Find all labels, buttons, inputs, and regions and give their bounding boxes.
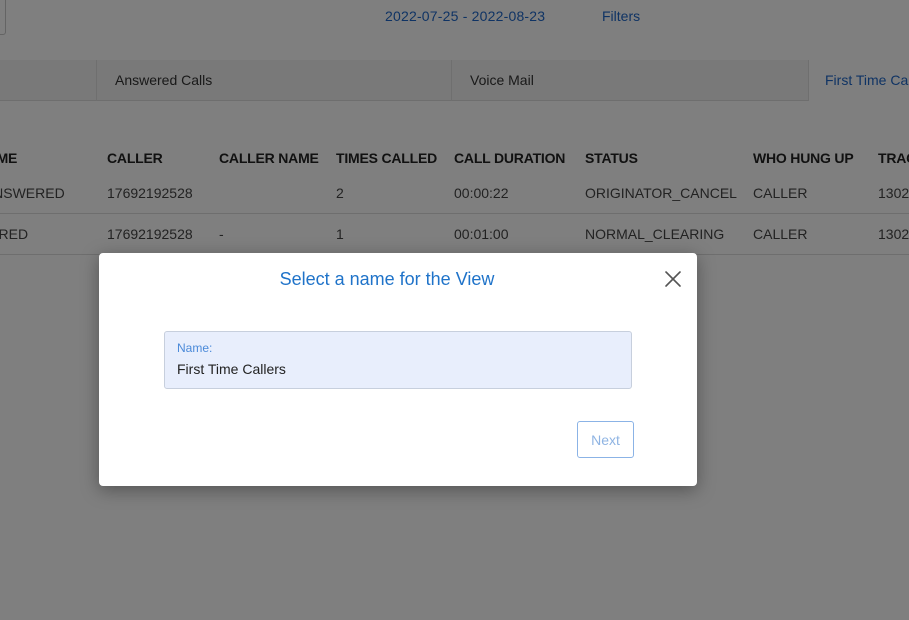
- name-input[interactable]: [177, 359, 617, 379]
- name-view-dialog: Select a name for the View Name: Next: [99, 253, 697, 486]
- next-button[interactable]: Next: [577, 421, 634, 458]
- name-field[interactable]: Name:: [164, 331, 632, 389]
- close-icon[interactable]: [664, 270, 682, 288]
- name-field-label: Name:: [177, 341, 213, 355]
- page: 2022-07-25 - 2022-08-23 Filters Answered…: [0, 0, 909, 620]
- dialog-title: Select a name for the View: [279, 269, 495, 289]
